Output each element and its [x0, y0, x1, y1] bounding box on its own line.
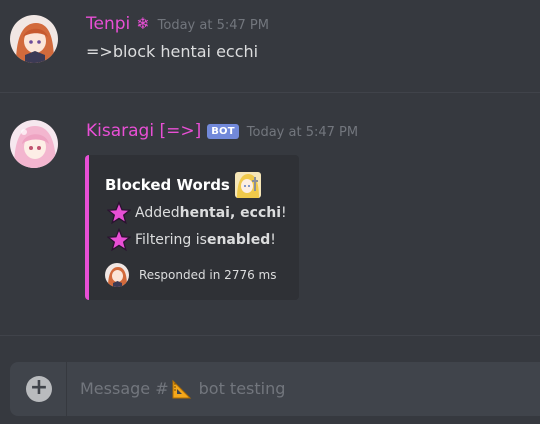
- composer-divider: [0, 335, 540, 336]
- timestamp: Today at 5:47 PM: [246, 125, 359, 140]
- embed-footer-text: Responded in 2776 ms: [139, 268, 277, 282]
- bot-avatar[interactable]: [10, 120, 58, 168]
- embed-line-prefix: Filtering is: [135, 232, 207, 248]
- embed-line-filtering: Filtering is enabled !: [107, 228, 276, 252]
- message-header: Tenpi ❄ Today at 5:47 PM: [86, 14, 269, 34]
- embed-title: Blocked Words: [105, 171, 262, 199]
- star-icon: [107, 201, 131, 225]
- composer-separator: [66, 362, 67, 416]
- embed-line-bold: hentai, ecchi: [179, 205, 282, 221]
- embed-line-bold: enabled: [206, 232, 271, 248]
- embed-line-suffix: !: [281, 205, 287, 221]
- embed-footer: Responded in 2776 ms: [105, 263, 276, 287]
- embed-line-suffix: !: [270, 232, 276, 248]
- message-divider: [0, 92, 540, 93]
- message-input[interactable]: Message # bot testing: [78, 362, 528, 416]
- plus-circle-icon[interactable]: +: [26, 376, 52, 402]
- embed: Blocked Words Added hentai, ecchi ! Filt…: [85, 155, 299, 300]
- anime-avatar-icon: [105, 263, 129, 287]
- message-content: =>block hentai ecchi: [86, 42, 259, 61]
- placeholder-prefix: Message #: [80, 379, 169, 398]
- user-avatar[interactable]: [10, 15, 58, 63]
- anime-avatar-icon: [10, 15, 58, 63]
- username[interactable]: Tenpi: [86, 14, 130, 34]
- anime-avatar-icon: [10, 120, 58, 168]
- message-composer: + Message # bot testing: [10, 362, 540, 416]
- snowflake-icon: ❄: [136, 14, 150, 33]
- embed-line-added: Added hentai, ecchi !: [107, 201, 287, 225]
- footer-avatar: [105, 263, 129, 287]
- placeholder-channel: bot testing: [198, 379, 286, 398]
- bot-username[interactable]: Kisaragi [=>]: [86, 121, 201, 141]
- embed-line-prefix: Added: [135, 205, 180, 221]
- timestamp: Today at 5:47 PM: [157, 18, 269, 33]
- star-icon: [107, 228, 131, 252]
- bot-badge: BOT: [207, 124, 239, 139]
- message-header: Kisaragi [=>] BOT Today at 5:47 PM: [86, 121, 358, 141]
- triangular-ruler-icon: [172, 379, 191, 399]
- anime-sticker-icon: [234, 172, 261, 198]
- message-tenpi: Tenpi ❄ Today at 5:47 PM =>block hentai …: [0, 0, 540, 90]
- embed-title-text: Blocked Words: [105, 176, 230, 194]
